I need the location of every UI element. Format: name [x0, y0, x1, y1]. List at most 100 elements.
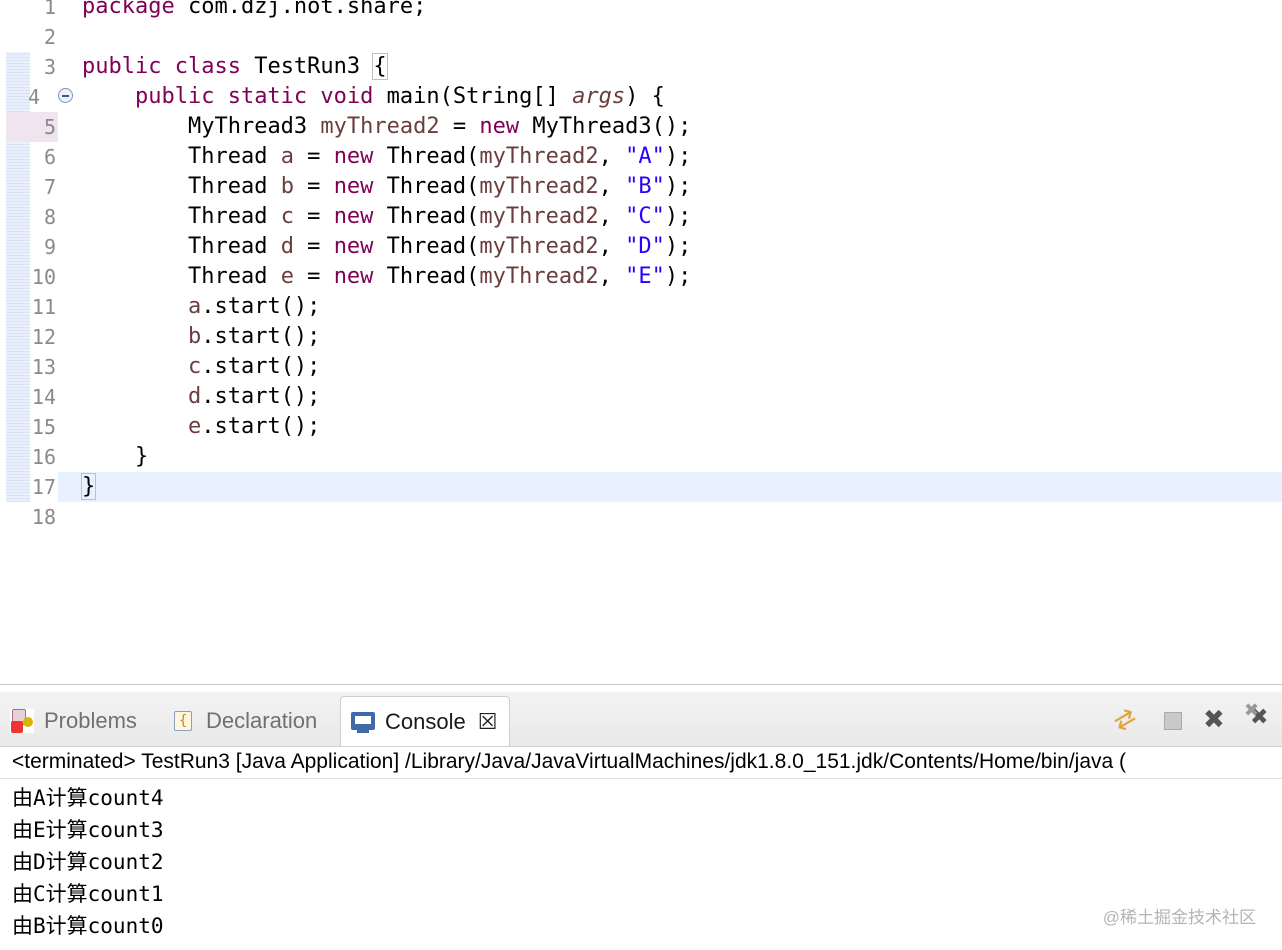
local-variable: myThread2	[479, 234, 599, 259]
line-number: 18	[31, 505, 56, 529]
problems-icon	[10, 709, 34, 733]
code-line[interactable]: Thread b = new Thread(myThread2, "B");	[82, 172, 691, 202]
code-text: Thread(	[373, 234, 480, 259]
local-variable: myThread2	[479, 264, 599, 289]
local-variable: a	[187, 294, 202, 319]
code-text: MyThread3	[187, 114, 321, 139]
line-number: 3	[43, 55, 56, 79]
keyword: new	[333, 144, 374, 169]
code-text: Thread(	[373, 204, 480, 229]
collapse-minus-icon[interactable]	[58, 88, 73, 103]
string-literal: "C"	[625, 204, 665, 229]
code-text: ,	[598, 204, 626, 229]
code-text: .start();	[201, 384, 321, 409]
remove-all-launches-icon[interactable]	[1244, 700, 1274, 734]
console-status-line: <terminated> TestRun3 [Java Application]…	[12, 750, 1127, 773]
string-literal: "B"	[625, 174, 665, 199]
code-line[interactable]: }	[80, 472, 97, 502]
parameter: args	[572, 84, 626, 109]
code-text: Thread(	[373, 144, 480, 169]
console-output-line: 由D计算count2	[12, 850, 164, 874]
code-line[interactable]: MyThread3 myThread2 = new MyThread3();	[82, 112, 691, 142]
code-text: =	[293, 234, 334, 259]
watermark: @稀土掘金技术社区	[1102, 908, 1256, 927]
code-text: Thread	[187, 264, 281, 289]
code-text: );	[664, 204, 692, 229]
string-literal: "D"	[625, 234, 665, 259]
code-text: );	[664, 174, 692, 199]
code-text: .start();	[201, 294, 321, 319]
code-text: .start();	[201, 324, 321, 349]
code-text: com.dzj.not.share;	[174, 0, 427, 19]
code-line[interactable]: a.start();	[82, 292, 320, 322]
line-number: 9	[43, 235, 56, 259]
code-editor[interactable]: 1 2 3 4 5 6 7 8 9 10 11 12 13 14 15 16 1…	[0, 0, 1282, 685]
keyword: public static void	[134, 84, 374, 109]
code-text: .start();	[201, 354, 321, 379]
line-number: 14	[31, 385, 56, 409]
code-line[interactable]: public class TestRun3 {	[82, 52, 388, 82]
code-text: Thread	[187, 144, 281, 169]
keyword: new	[333, 234, 374, 259]
local-variable: e	[280, 264, 294, 289]
code-text: Thread	[187, 234, 281, 259]
code-line[interactable]: public static void main(String[] args) {	[82, 82, 665, 112]
tab-label: Console	[385, 708, 466, 734]
local-variable: b	[280, 174, 294, 199]
code-text: );	[664, 264, 692, 289]
code-line[interactable]: Thread c = new Thread(myThread2, "C");	[82, 202, 691, 232]
code-text: TestRun3	[240, 54, 374, 79]
sync-icon[interactable]	[1114, 706, 1142, 734]
code-line[interactable]: e.start();	[82, 412, 320, 442]
code-text: ,	[598, 264, 626, 289]
code-line[interactable]: package com.dzj.not.share;	[82, 0, 426, 22]
local-variable: myThread2	[479, 204, 599, 229]
code-text: .start();	[201, 414, 321, 439]
code-text: Thread	[187, 174, 281, 199]
console-output-line: 由E计算count3	[12, 818, 164, 842]
line-number: 4	[27, 85, 40, 109]
code-text: }	[134, 444, 149, 469]
declaration-icon: {	[172, 709, 196, 733]
tab-declaration[interactable]: { Declaration	[172, 700, 317, 742]
code-line[interactable]: Thread e = new Thread(myThread2, "E");	[82, 262, 691, 292]
line-number: 12	[31, 325, 56, 349]
code-line[interactable]: }	[82, 442, 148, 472]
line-number: 16	[31, 445, 56, 469]
code-line[interactable]: d.start();	[82, 382, 320, 412]
code-line[interactable]: c.start();	[82, 352, 320, 382]
tab-problems[interactable]: Problems	[10, 700, 137, 742]
console-output-line: 由A计算count4	[12, 786, 164, 810]
line-number: 2	[43, 25, 56, 49]
view-tab-bar: Problems { Declaration Console ☒	[0, 692, 1282, 747]
code-line[interactable]: b.start();	[82, 322, 320, 352]
line-number: 7	[43, 175, 56, 199]
local-variable: a	[280, 144, 294, 169]
code-text: =	[439, 114, 480, 139]
keyword: package	[82, 0, 175, 19]
code-text: ,	[598, 234, 626, 259]
code-line[interactable]: Thread a = new Thread(myThread2, "A");	[82, 142, 691, 172]
divider	[0, 778, 1282, 779]
code-text: =	[293, 204, 334, 229]
keyword: new	[479, 114, 520, 139]
line-number: 17	[31, 475, 56, 499]
code-text: ) {	[625, 84, 665, 109]
code-text: ,	[598, 144, 626, 169]
code-text: Thread(	[373, 174, 480, 199]
string-literal: "E"	[625, 264, 665, 289]
code-text: );	[664, 234, 692, 259]
local-variable: myThread2	[479, 174, 599, 199]
local-variable: myThread2	[479, 144, 599, 169]
code-line[interactable]: Thread d = new Thread(myThread2, "D");	[82, 232, 691, 262]
console-output-line: 由C计算count1	[12, 882, 164, 906]
line-number: 1	[43, 0, 56, 19]
stop-icon[interactable]	[1158, 706, 1186, 734]
matching-brace: {	[372, 53, 388, 80]
code-text: =	[293, 174, 334, 199]
remove-launch-icon[interactable]	[1202, 704, 1230, 735]
close-tab-icon[interactable]: ☒	[478, 710, 498, 733]
keyword: new	[333, 204, 374, 229]
local-variable: c	[187, 354, 202, 379]
tab-console[interactable]: Console ☒	[340, 696, 511, 746]
